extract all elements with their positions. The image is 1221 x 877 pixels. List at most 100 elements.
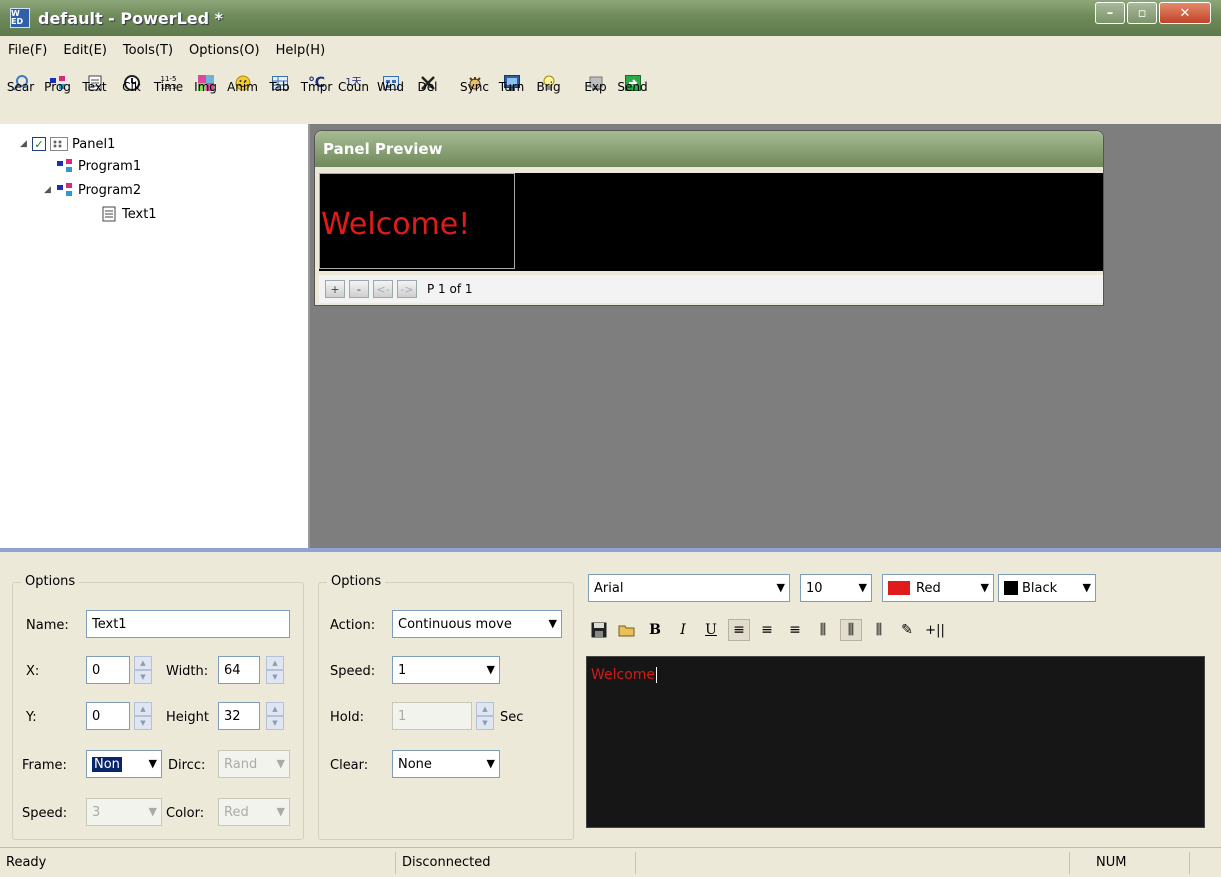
x-spinner[interactable]: ▲ ▼ [134, 656, 152, 684]
toolbar-send-button[interactable]: Send [614, 64, 651, 124]
menu-edit[interactable]: Edit(E) [63, 43, 107, 58]
toolbar-delete-button[interactable]: Del [409, 64, 446, 124]
toolbar-animation-button[interactable]: Anim [224, 64, 261, 124]
maximize-button[interactable]: ▫ [1127, 2, 1157, 24]
name-label: Name: [26, 618, 69, 633]
toolbar: Sear Prog Text Clk 11-5 18:3 Time Img An… [0, 64, 1221, 124]
hold-field[interactable]: 1 [392, 702, 472, 730]
align-left-icon[interactable]: ≡ [728, 619, 750, 641]
frame-color-select[interactable]: Red ▼ [218, 798, 290, 826]
font-value: Arial [594, 580, 624, 596]
underline-icon[interactable]: U [700, 619, 722, 641]
height-field[interactable]: 32 [218, 702, 260, 730]
y-field[interactable]: 0 [86, 702, 130, 730]
collapse-icon[interactable]: ◢ [44, 185, 56, 195]
toolbar-export-button[interactable]: Exp [577, 64, 614, 124]
text-editor[interactable]: Welcome [586, 656, 1205, 828]
toolbar-search-button[interactable]: Sear [2, 64, 39, 124]
open-folder-icon[interactable] [616, 619, 638, 641]
toolbar-brightness-button[interactable]: Brig [530, 64, 567, 124]
hold-unit: Sec [500, 710, 524, 725]
width-field[interactable]: 64 [218, 656, 260, 684]
text-color-swatch [888, 581, 910, 595]
options-title: Options [21, 574, 80, 589]
collapse-icon[interactable]: ◢ [20, 139, 32, 149]
name-field[interactable]: Text1 [86, 610, 290, 638]
bold-icon[interactable]: B [644, 619, 666, 641]
height-spinner[interactable]: ▲ ▼ [266, 702, 284, 730]
chevron-down-icon: ▼ [148, 805, 157, 818]
tree-node-program1[interactable]: Program1 [56, 156, 141, 176]
toolbar-count-button[interactable]: 1天 Coun [335, 64, 372, 124]
toolbar-label: Sear [6, 80, 35, 94]
tree-node-program2[interactable]: ◢ Program2 [44, 180, 141, 200]
tree-node-panel[interactable]: ◢ ✓ Panel1 [20, 134, 115, 154]
led-display[interactable]: Welcome! [319, 173, 1103, 271]
tree-node-text1[interactable]: Text1 [100, 204, 157, 224]
frame-speed-select[interactable]: 3 ▼ [86, 798, 162, 826]
width-spinner[interactable]: ▲ ▼ [266, 656, 284, 684]
toolbar-label: Exp [584, 80, 607, 94]
menu-help[interactable]: Help(H) [276, 43, 326, 58]
y-label: Y: [26, 710, 37, 725]
hold-spinner[interactable]: ▲ ▼ [476, 702, 494, 730]
toolbar-window-button[interactable]: Wnd [372, 64, 409, 124]
background-color-select[interactable]: Black ▼ [998, 574, 1096, 602]
speed-label-right: Speed: [330, 664, 376, 679]
toolbar-label: Tab [269, 80, 290, 94]
clear-format-icon[interactable]: ✎ [896, 619, 918, 641]
action-speed-select[interactable]: 1 ▼ [392, 656, 500, 684]
toolbar-label: Send [617, 80, 648, 94]
frame-select[interactable]: Non ▼ [86, 750, 162, 778]
toolbar-turn-button[interactable]: Turn [493, 64, 530, 124]
minimize-button[interactable]: – [1095, 2, 1125, 24]
clear-select[interactable]: None ▼ [392, 750, 500, 778]
program-icon [56, 182, 74, 198]
toolbar-image-button[interactable]: Img [187, 64, 224, 124]
y-spinner[interactable]: ▲ ▼ [134, 702, 152, 730]
prev-page-button[interactable]: <- [373, 280, 393, 298]
font-select[interactable]: Arial ▼ [588, 574, 790, 602]
width-label: Width: [166, 664, 209, 679]
status-num: NUM [1070, 851, 1190, 874]
valign-bottom-icon[interactable]: ⫼ [868, 619, 890, 641]
toolbar-clock-button[interactable]: Clk [113, 64, 150, 124]
italic-icon[interactable]: I [672, 619, 694, 641]
led-text: Welcome! [321, 207, 471, 242]
panel-checkbox[interactable]: ✓ [32, 137, 46, 151]
toolbar-table-button[interactable]: Tab [261, 64, 298, 124]
toolbar-label: Sync [460, 80, 489, 94]
align-right-icon[interactable]: ≡ [784, 619, 806, 641]
toolbar-time-button[interactable]: 11-5 18:3 Time [150, 64, 187, 124]
toolbar-sync-button[interactable]: Sync [456, 64, 493, 124]
tree-label-program1: Program1 [78, 158, 142, 174]
close-button[interactable]: ✕ [1159, 2, 1211, 24]
zoom-out-button[interactable]: - [349, 280, 369, 298]
font-size-select[interactable]: 10 ▼ [800, 574, 872, 602]
valign-middle-icon[interactable]: ⫼ [840, 619, 862, 641]
toolbar-label: Wnd [376, 80, 405, 94]
action-select[interactable]: Continuous move ▼ [392, 610, 562, 638]
chevron-down-icon: ▼ [1082, 581, 1091, 594]
add-line-icon[interactable]: +|| [924, 619, 946, 641]
save-icon[interactable] [588, 619, 610, 641]
zoom-in-button[interactable]: + [325, 280, 345, 298]
x-field[interactable]: 0 [86, 656, 130, 684]
frame-label: Frame: [22, 758, 67, 773]
toolbar-temperature-button[interactable]: ℃ Tmpr [298, 64, 335, 124]
align-center-icon[interactable]: ≡ [756, 619, 778, 641]
toolbar-label: Text [82, 80, 107, 94]
next-page-button[interactable]: -> [397, 280, 417, 298]
text-color-select[interactable]: Red ▼ [882, 574, 994, 602]
color-label: Color: [166, 806, 205, 821]
menu-file[interactable]: File(F) [8, 43, 47, 58]
menu-options[interactable]: Options(O) [189, 43, 260, 58]
toolbar-program-button[interactable]: Prog [39, 64, 76, 124]
tree-label-text1: Text1 [122, 206, 157, 222]
valign-top-icon[interactable]: ⫼ [812, 619, 834, 641]
height-label: Height [166, 710, 209, 725]
editor-content: Welcome [591, 667, 658, 683]
direction-select[interactable]: Rand ▼ [218, 750, 290, 778]
menu-tools[interactable]: Tools(T) [123, 43, 173, 58]
toolbar-text-button[interactable]: Text [76, 64, 113, 124]
